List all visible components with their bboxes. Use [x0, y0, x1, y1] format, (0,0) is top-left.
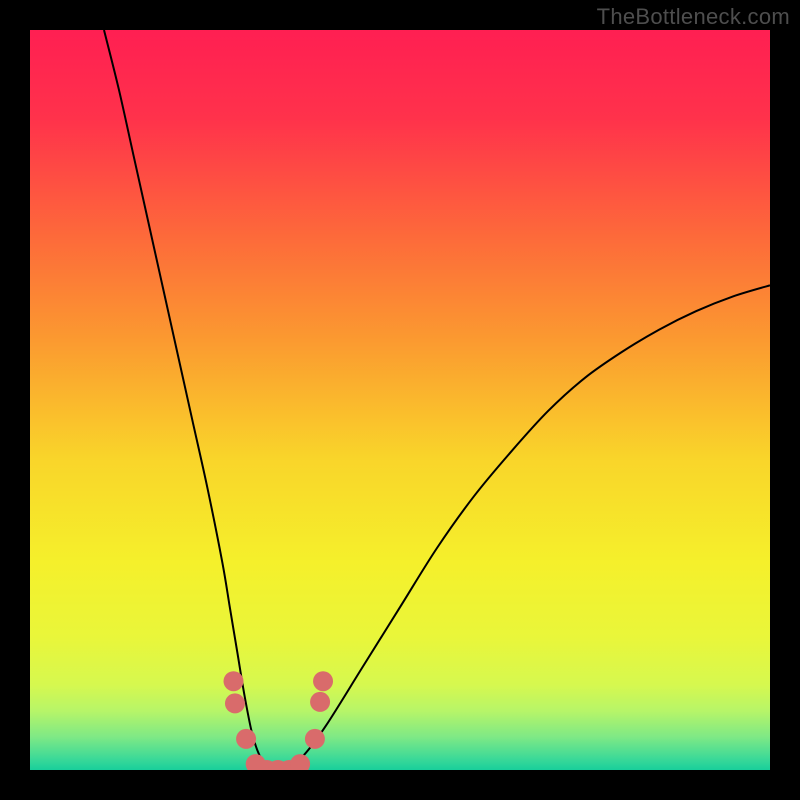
curve-marker [236, 729, 256, 749]
chart-svg [30, 30, 770, 770]
curve-marker [310, 692, 330, 712]
watermark-text: TheBottleneck.com [597, 4, 790, 30]
curve-marker [313, 671, 333, 691]
curve-marker [224, 671, 244, 691]
plot-area [30, 30, 770, 770]
gradient-background [30, 30, 770, 770]
curve-marker [225, 693, 245, 713]
chart-frame: TheBottleneck.com [0, 0, 800, 800]
curve-marker [305, 729, 325, 749]
